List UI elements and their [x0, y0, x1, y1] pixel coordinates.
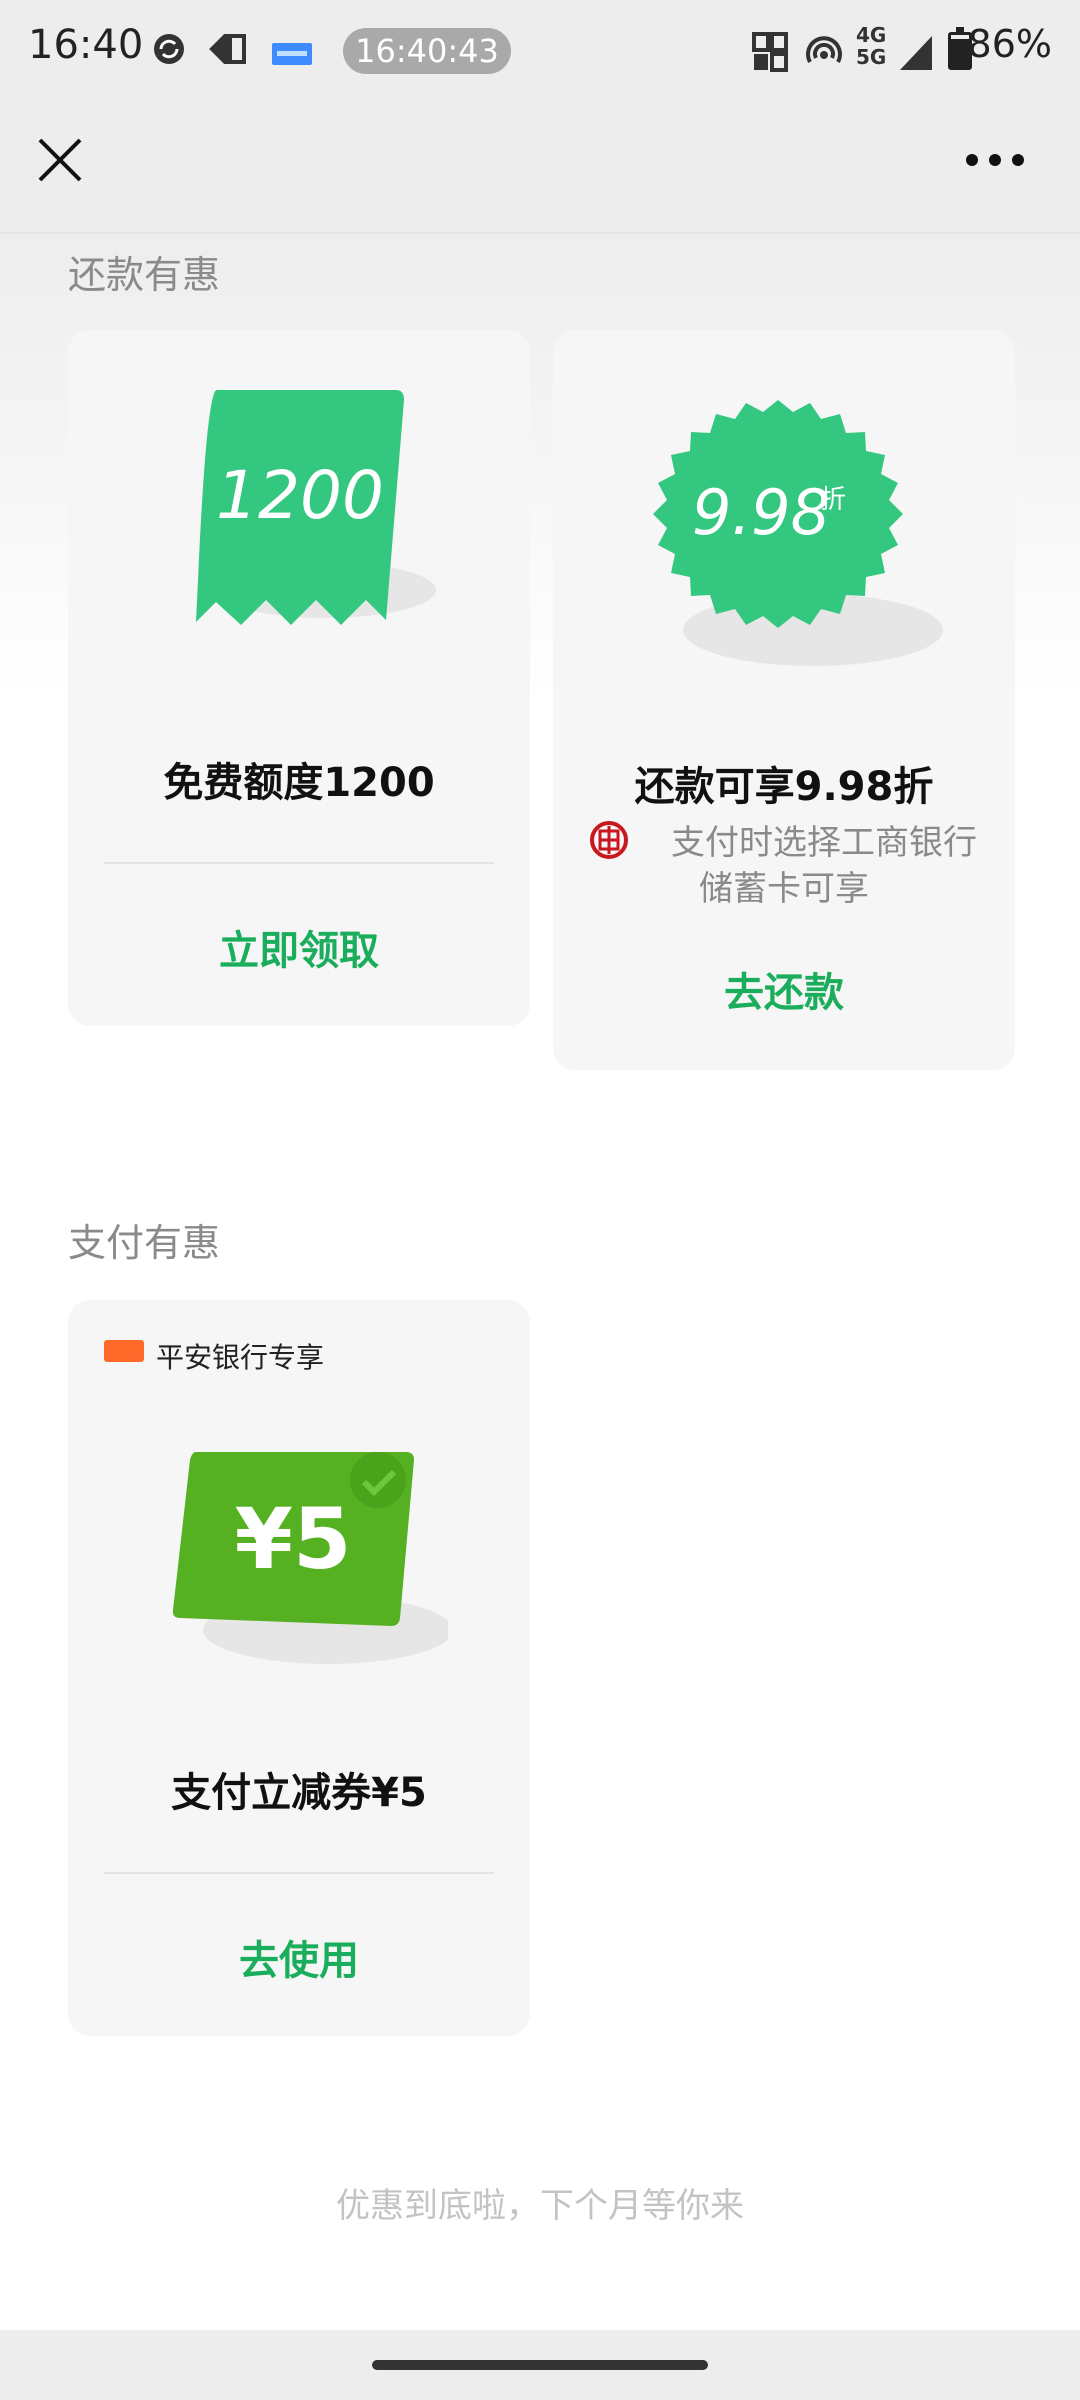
footer-note: 优惠到底啦，下个月等你来: [336, 2186, 744, 2226]
app-notification-icon: [272, 38, 312, 74]
battery-percent: 86%: [967, 22, 1052, 66]
close-icon: [38, 138, 82, 182]
repay-section-title: 还款有惠: [68, 253, 221, 297]
close-button[interactable]: [30, 130, 90, 190]
ping-an-bank-logo-icon: [104, 1340, 144, 1362]
voucher-illustration: ¥5: [172, 1452, 448, 1664]
more-icon: [966, 154, 1024, 166]
repay-discount-title: 还款可享9.98折: [634, 764, 934, 810]
pay-section-title: 支付有惠: [68, 1221, 221, 1265]
clock-pill: 16:40:43: [343, 28, 511, 74]
nfc-icon: [752, 32, 788, 81]
network-type: 4G 5G: [856, 23, 887, 69]
discount-badge-unit: 折: [820, 485, 846, 515]
repay-discount-subtitle-line1: 支付时选择工商银行: [671, 823, 977, 863]
quota-ticket-value: 1200: [216, 457, 384, 534]
status-bar: 16:40 16:40:43 4G 5G 86%: [0, 0, 1080, 100]
repay-discount-subtitle-line2: 储蓄卡可享: [699, 869, 869, 909]
pay-voucher-title: 支付立减券¥5: [171, 1770, 427, 1816]
quota-ticket-illustration: 1200: [196, 390, 436, 625]
status-time: 16:40: [28, 22, 144, 68]
pay-voucher-card[interactable]: 平安银行专享 ¥5 支付立减券¥5 去使用: [68, 1300, 530, 2036]
home-indicator[interactable]: [372, 2360, 708, 2370]
nav-bar: [0, 100, 1080, 234]
discount-badge-illustration: 9.98 折: [653, 400, 943, 666]
bank-exclusive-label: 平安银行专享: [156, 1341, 325, 1374]
more-button[interactable]: [960, 140, 1030, 180]
hotspot-icon: [804, 32, 844, 81]
sync-icon: [152, 32, 186, 75]
claim-now-button[interactable]: 立即领取: [68, 918, 530, 976]
repay-discount-card[interactable]: 9.98 折 还款可享9.98折 支付时选择工商银行 储蓄卡可享 去还款: [553, 330, 1015, 1070]
free-quota-title: 免费额度1200: [163, 760, 435, 806]
tag-icon: [208, 32, 248, 75]
discount-badge-value: 9.98: [692, 476, 830, 549]
go-repay-button[interactable]: 去还款: [553, 960, 1015, 1018]
signal-icon: [898, 32, 934, 81]
go-use-button[interactable]: 去使用: [68, 1928, 530, 1986]
card-divider: [104, 1872, 494, 1874]
voucher-illustration-value: ¥5: [235, 1490, 352, 1588]
free-quota-card[interactable]: 1200 免费额度1200 立即领取: [68, 330, 530, 1026]
card-divider: [104, 862, 494, 864]
